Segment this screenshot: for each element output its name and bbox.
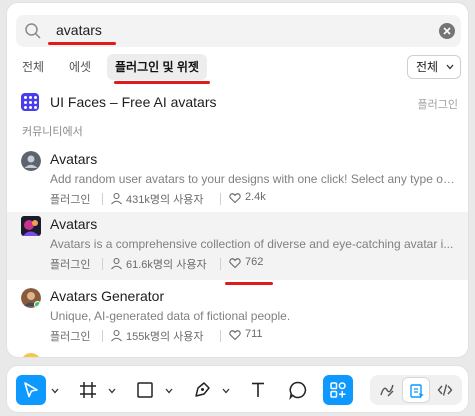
item-description: Avatars is a comprehensive collection of… xyxy=(50,237,454,251)
move-tool-button[interactable] xyxy=(16,375,46,405)
tab-plugins-widgets[interactable]: 플러그인 및 위젯 xyxy=(107,54,207,80)
draw-mode-button[interactable] xyxy=(373,377,401,403)
user-icon xyxy=(111,257,122,270)
item-title: Avatars Generator xyxy=(50,288,165,304)
item-likes: 2.4k xyxy=(245,191,266,203)
actions-tool-button[interactable] xyxy=(323,375,353,405)
heart-icon xyxy=(229,330,241,341)
item-title: Avatars xyxy=(50,216,98,232)
heart-icon xyxy=(229,258,241,269)
pen-tool-button[interactable] xyxy=(187,375,217,405)
tab-all[interactable]: 전체 xyxy=(22,54,44,80)
chevron-down-icon[interactable] xyxy=(51,388,59,394)
user-icon xyxy=(111,329,122,342)
pen-icon xyxy=(195,382,210,397)
comment-tool-button[interactable] xyxy=(283,375,313,405)
item-users: 155k명의 사용자 xyxy=(126,331,204,343)
rectangle-icon xyxy=(137,382,153,398)
actions-icon xyxy=(330,382,346,398)
section-label: 커뮤니티에서 xyxy=(22,126,83,138)
list-item[interactable]: Avatars Add random user avatars to your … xyxy=(7,147,468,215)
divider xyxy=(102,330,103,342)
item-users: 61.6k명의 사용자 xyxy=(126,259,207,271)
chevron-down-icon[interactable] xyxy=(222,388,230,394)
divider xyxy=(220,258,221,270)
avatar xyxy=(23,353,39,357)
list-item-partial xyxy=(7,351,468,357)
featured-type: 플러그인 xyxy=(417,99,458,111)
bottom-toolbar xyxy=(6,365,469,413)
user-icon xyxy=(111,192,122,205)
design-icon xyxy=(410,384,424,399)
category-tabs: 전체 에셋 플러그인 및 위젯 xyxy=(7,54,468,84)
avatar xyxy=(21,151,41,171)
ui-faces-icon xyxy=(21,93,39,111)
resources-panel: avatars 전체 에셋 플러그인 및 위젯 전체 UI Faces – Fr… xyxy=(6,2,469,358)
close-icon xyxy=(443,27,451,35)
design-mode-button[interactable] xyxy=(402,377,430,403)
draw-icon xyxy=(380,384,394,397)
search-icon xyxy=(25,23,41,39)
shape-tool-button[interactable] xyxy=(130,375,160,405)
divider xyxy=(220,330,221,342)
search-input[interactable]: avatars xyxy=(56,22,102,38)
frame-icon xyxy=(80,382,96,398)
chevron-down-icon[interactable] xyxy=(165,388,173,394)
text-tool-button[interactable] xyxy=(243,375,273,405)
avatar xyxy=(21,288,41,308)
avatar xyxy=(21,216,41,236)
tab-assets[interactable]: 에셋 xyxy=(69,54,91,80)
divider xyxy=(102,258,103,270)
code-icon xyxy=(437,384,453,396)
heart-icon xyxy=(229,193,241,204)
chevron-down-icon[interactable] xyxy=(108,388,116,394)
mode-switcher xyxy=(370,375,462,405)
cursor-icon xyxy=(24,382,38,398)
item-title: Avatars xyxy=(50,151,98,167)
item-type: 플러그인 xyxy=(50,194,91,206)
clear-search-button[interactable] xyxy=(439,23,455,39)
comment-icon xyxy=(289,381,307,400)
text-icon xyxy=(252,382,264,397)
frame-tool-button[interactable] xyxy=(73,375,103,405)
divider xyxy=(220,193,221,205)
item-likes: 711 xyxy=(245,328,263,340)
item-type: 플러그인 xyxy=(50,331,91,343)
item-users: 431k명의 사용자 xyxy=(126,194,204,206)
tab-annotation-underline xyxy=(114,81,210,84)
item-description: Unique, AI-generated data of fictional p… xyxy=(50,309,291,323)
divider xyxy=(102,193,103,205)
dev-mode-button[interactable] xyxy=(431,377,459,403)
filter-dropdown[interactable]: 전체 xyxy=(407,55,461,79)
item-description: Add random user avatars to your designs … xyxy=(50,172,458,186)
chevron-down-icon xyxy=(446,64,454,70)
featured-result[interactable]: UI Faces – Free AI avatars 플러그인 xyxy=(7,91,468,115)
featured-title: UI Faces – Free AI avatars xyxy=(50,94,217,110)
search-bar[interactable]: avatars xyxy=(16,15,461,47)
list-item[interactable]: Avatars Generator Unique, AI-generated d… xyxy=(7,284,468,352)
item-type: 플러그인 xyxy=(50,259,91,271)
list-item[interactable]: Avatars Avatars is a comprehensive colle… xyxy=(7,212,468,280)
search-annotation-underline xyxy=(48,42,116,45)
item-likes: 762 xyxy=(245,256,264,268)
filter-dropdown-value: 전체 xyxy=(416,60,439,74)
